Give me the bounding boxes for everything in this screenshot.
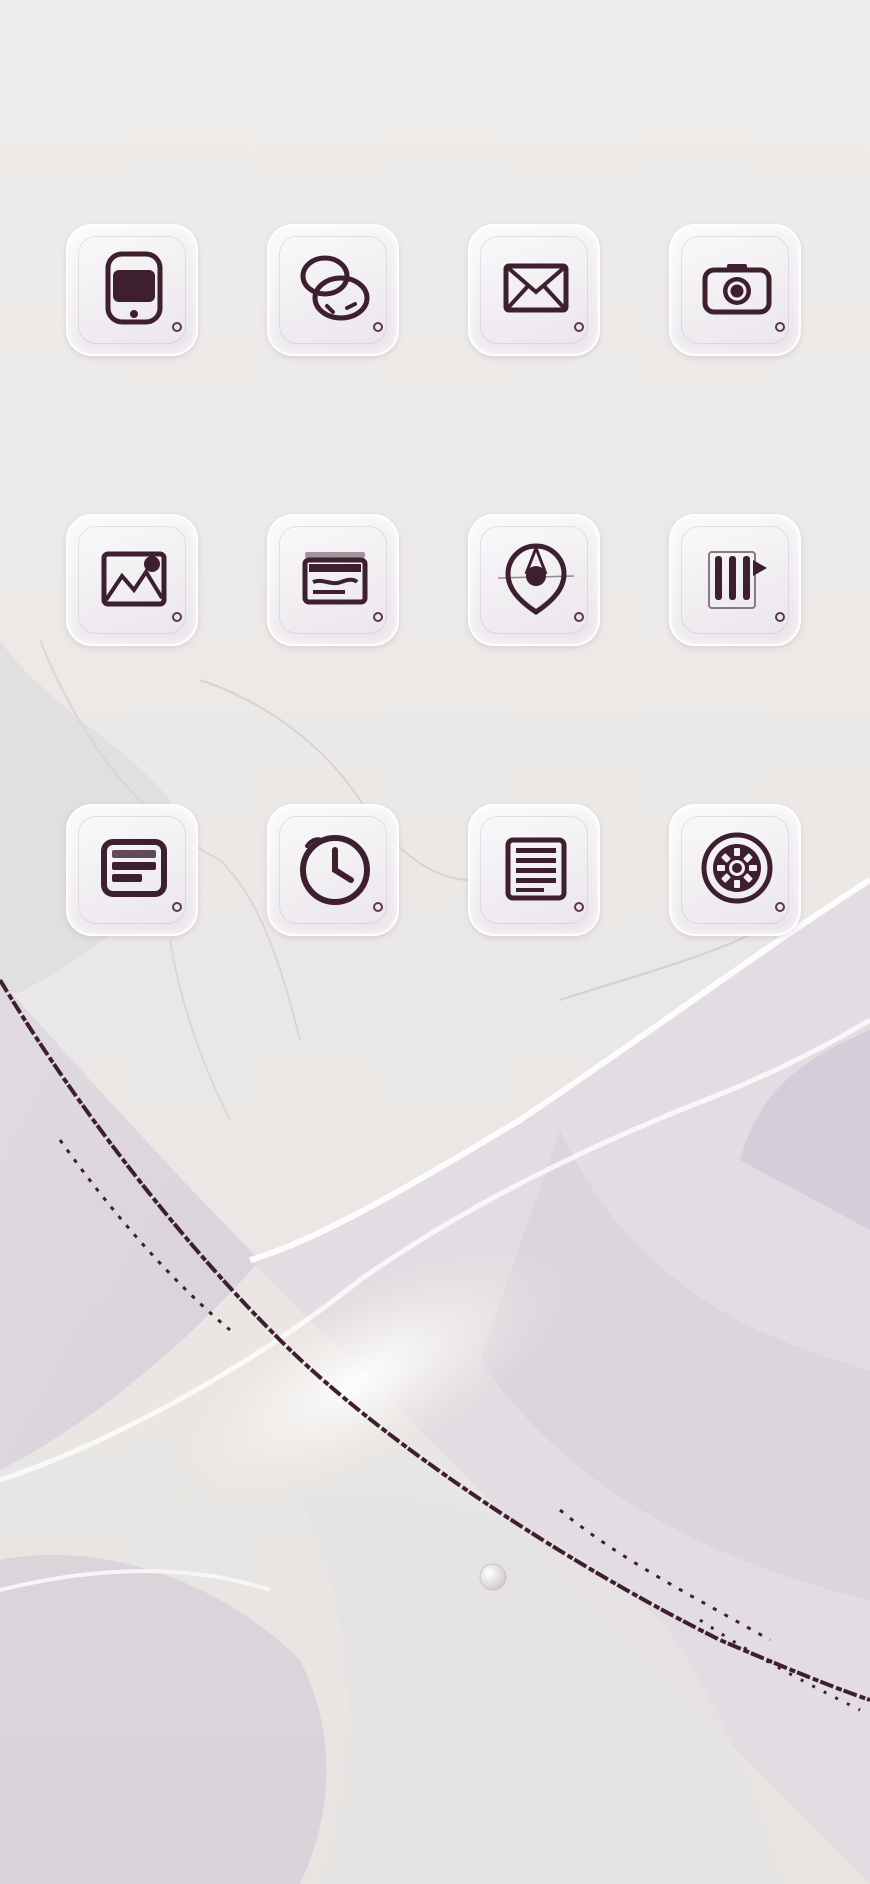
home-screen-grid [0, 0, 870, 1884]
app-music[interactable] [669, 514, 801, 646]
app-camera[interactable] [669, 224, 801, 356]
settings-icon [701, 832, 773, 904]
music-icon [708, 551, 767, 609]
indicator-dot [373, 322, 383, 332]
notes-icon [505, 837, 567, 901]
app-photos[interactable] [66, 514, 198, 646]
indicator-dot [172, 322, 182, 332]
maps-icon [497, 543, 575, 616]
clock-icon [300, 835, 370, 905]
app-contacts[interactable] [267, 224, 399, 356]
app-wallet[interactable] [267, 514, 399, 646]
indicator-dot [172, 902, 182, 912]
app-notes[interactable] [468, 804, 600, 936]
indicator-dot [574, 612, 584, 622]
phone-icon [105, 251, 163, 325]
app-calendar[interactable] [66, 804, 198, 936]
indicator-dot [775, 322, 785, 332]
indicator-dot [373, 902, 383, 912]
indicator-dot [775, 612, 785, 622]
wallet-icon [302, 552, 368, 605]
mail-icon [503, 263, 569, 313]
calendar-icon [101, 839, 167, 897]
indicator-dot [172, 612, 182, 622]
app-settings[interactable] [669, 804, 801, 936]
photos-icon [101, 551, 167, 607]
camera-icon [702, 264, 772, 315]
indicator-dot [775, 902, 785, 912]
app-clock[interactable] [267, 804, 399, 936]
app-phone[interactable] [66, 224, 198, 356]
indicator-dot [373, 612, 383, 622]
app-maps[interactable] [468, 514, 600, 646]
app-mail[interactable] [468, 224, 600, 356]
indicator-dot [574, 902, 584, 912]
indicator-dot [574, 322, 584, 332]
contacts-icon [300, 255, 370, 321]
